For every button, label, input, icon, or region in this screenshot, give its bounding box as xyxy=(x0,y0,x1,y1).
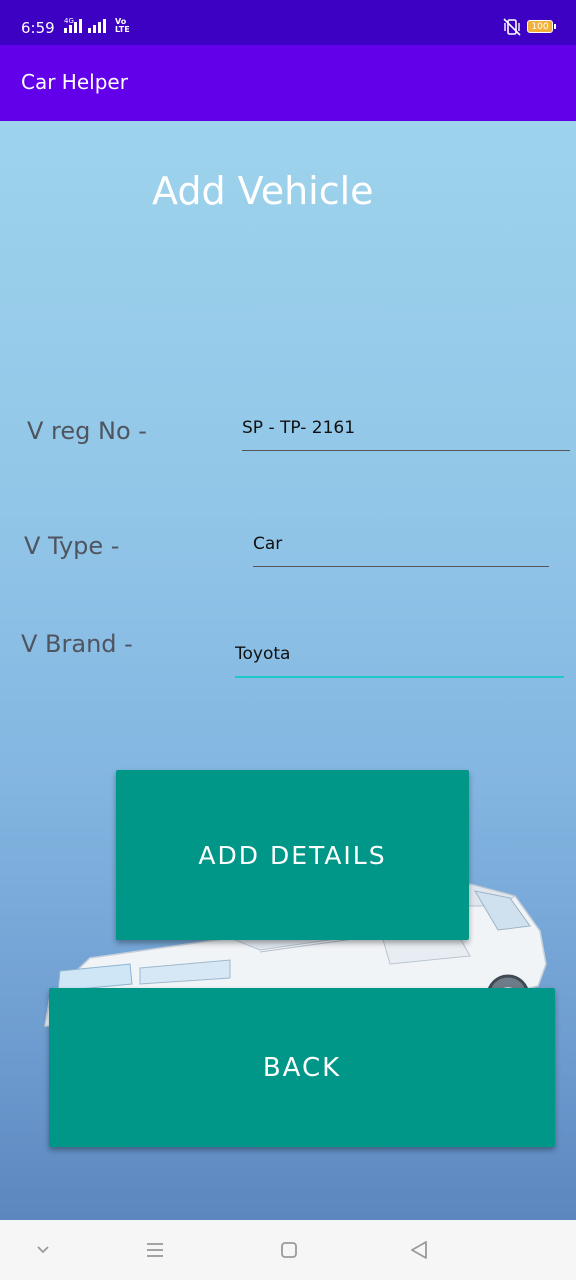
signal-icon xyxy=(88,19,106,33)
mute-vibrate-icon xyxy=(503,18,521,36)
back-icon[interactable] xyxy=(408,1238,430,1262)
reg-no-input[interactable] xyxy=(242,415,570,451)
brand-label: V Brand - xyxy=(21,630,133,658)
volte-line2: LTE xyxy=(115,25,130,34)
back-button[interactable]: BACK xyxy=(49,988,555,1147)
battery-icon: 100 xyxy=(527,20,556,33)
add-details-button[interactable]: ADD DETAILS xyxy=(116,770,469,940)
reg-no-label: V reg No - xyxy=(27,417,147,445)
add-vehicle-screen: Add Vehicle V reg No - V Type - V Brand … xyxy=(0,121,576,1220)
app-bar: Car Helper xyxy=(0,45,576,121)
signal-icon xyxy=(64,19,82,33)
brand-input[interactable] xyxy=(235,641,564,678)
type-input[interactable] xyxy=(253,531,549,567)
chevron-down-icon[interactable] xyxy=(34,1238,52,1262)
type-label: V Type - xyxy=(24,532,120,560)
system-navigation-bar xyxy=(0,1220,576,1280)
status-time: 6:59 xyxy=(21,19,55,37)
menu-icon[interactable] xyxy=(145,1238,165,1262)
volte-icon: Vo LTE xyxy=(115,18,130,34)
page-title: Add Vehicle xyxy=(152,169,374,213)
home-icon[interactable] xyxy=(279,1238,299,1262)
status-bar: 6:59 4G Vo LTE 100 xyxy=(0,0,576,45)
app-title: Car Helper xyxy=(21,70,128,94)
